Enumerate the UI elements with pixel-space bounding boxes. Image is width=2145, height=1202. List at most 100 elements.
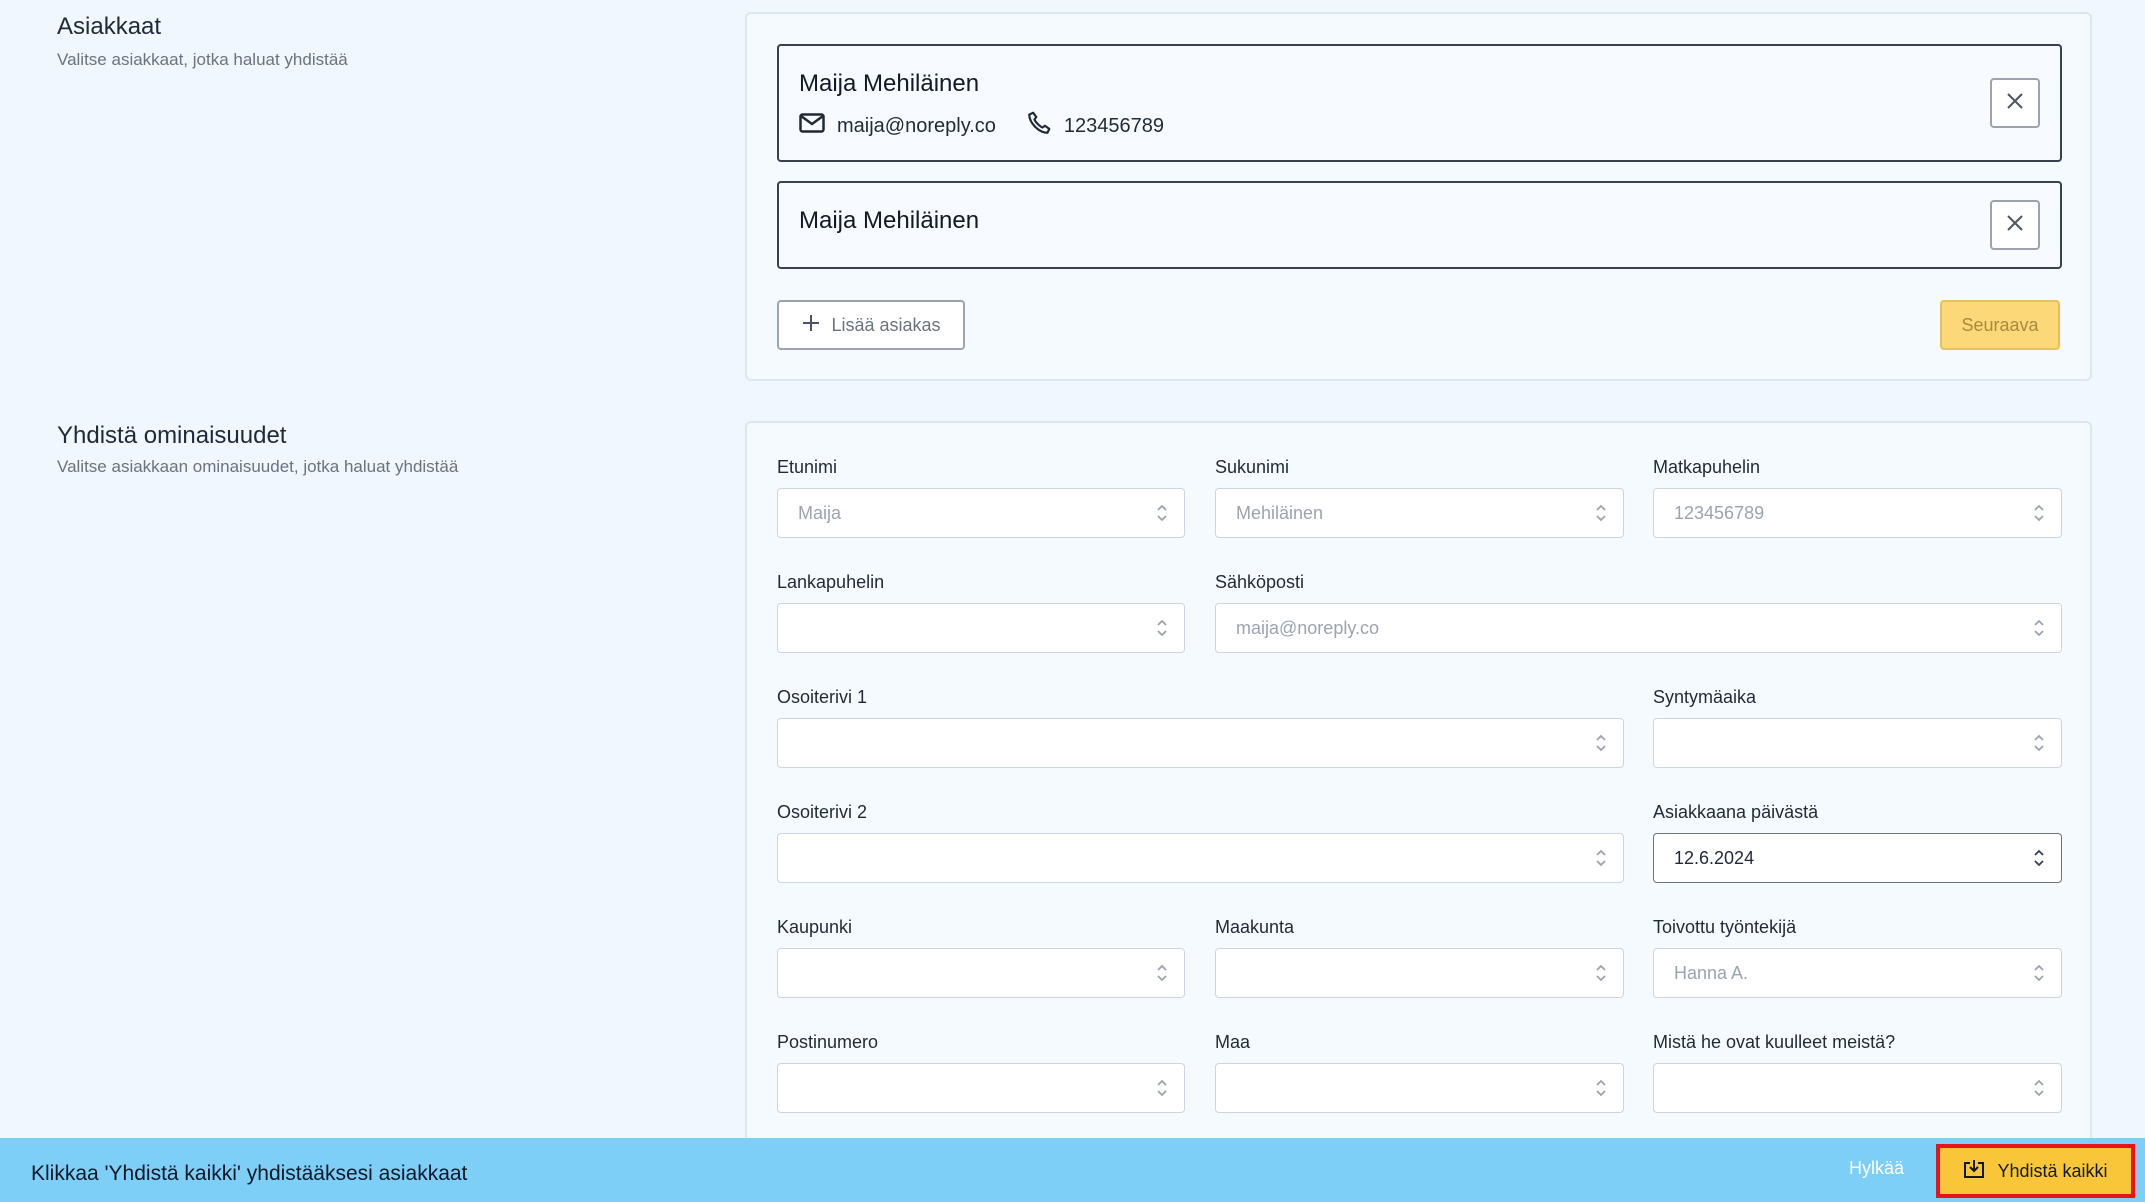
chevron-up-down-icon [1595, 1078, 1607, 1103]
select-value: Hanna A. [1674, 962, 1749, 983]
postal-code-select[interactable] [777, 1063, 1185, 1113]
add-customer-label: Lisää asiakas [831, 314, 941, 335]
field-label: Sähköposti [1215, 572, 1305, 592]
field-label: Syntymäaika [1653, 687, 1757, 707]
city-select[interactable] [777, 948, 1185, 998]
field-email: Sähköposti maija@noreply.co [1215, 570, 2062, 653]
field-label: Matkapuhelin [1653, 457, 1761, 477]
merge-customers-page: Asiakkaat Valitse asiakkaat, jotka halua… [0, 0, 2145, 1202]
customers-section-title: Asiakkaat [57, 13, 162, 40]
chevron-up-down-icon [1156, 618, 1168, 643]
customer-email-text: maija@noreply.co [837, 114, 996, 137]
merge-all-button[interactable]: Yhdistä kaikki [1936, 1144, 2135, 1198]
chevron-up-down-icon [2033, 618, 2045, 643]
field-label: Mistä he ovat kuulleet meistä? [1653, 1032, 1896, 1052]
field-landline: Lankapuhelin [777, 570, 1185, 653]
merge-all-label: Yhdistä kaikki [1997, 1160, 2108, 1181]
field-label: Maa [1215, 1032, 1251, 1052]
chevron-up-down-icon [1156, 963, 1168, 988]
properties-section-title: Yhdistä ominaisuudet [57, 422, 287, 449]
remove-customer-button[interactable] [1990, 200, 2040, 250]
field-label: Sukunimi [1215, 457, 1290, 477]
field-label: Lankapuhelin [777, 572, 885, 592]
field-label: Kaupunki [777, 917, 853, 937]
referral-select[interactable] [1653, 1063, 2062, 1113]
customer-name: Maija Mehiläinen [799, 70, 980, 97]
customers-section-description: Valitse asiakkaat, jotka haluat yhdistää [57, 50, 348, 69]
chevron-up-down-icon [1595, 503, 1607, 528]
field-label: Maakunta [1215, 917, 1295, 937]
customer-phone-text: 123456789 [1063, 114, 1164, 137]
properties-card: Etunimi Maija Sukunimi Mehiläinen Matkap… [745, 421, 2092, 1161]
bottom-bar-message: Klikkaa 'Yhdistä kaikki' yhdistääksesi a… [31, 1162, 468, 1185]
bottom-action-bar: Klikkaa 'Yhdistä kaikki' yhdistääksesi a… [0, 1138, 2145, 1202]
field-label: Toivottu työntekijä [1653, 917, 1797, 937]
properties-section-description: Valitse asiakkaan ominaisuudet, jotka ha… [57, 457, 459, 476]
select-value: 123456789 [1674, 502, 1765, 523]
add-customer-button[interactable]: Lisää asiakas [777, 300, 965, 350]
close-icon [2006, 214, 2024, 237]
field-region: Maakunta [1215, 915, 1624, 998]
select-value: maija@noreply.co [1236, 617, 1379, 638]
plus-icon [801, 313, 831, 338]
field-city: Kaupunki [777, 915, 1185, 998]
birthdate-select[interactable] [1653, 718, 2062, 768]
field-country: Maa [1215, 1030, 1624, 1113]
customer-name: Maija Mehiläinen [799, 207, 980, 234]
remove-customer-button[interactable] [1990, 78, 2040, 128]
chevron-up-down-icon [2033, 848, 2045, 873]
close-icon [2006, 92, 2024, 115]
field-last-name: Sukunimi Mehiläinen [1215, 455, 1624, 538]
mobile-select[interactable]: 123456789 [1653, 488, 2062, 538]
field-label: Etunimi [777, 457, 838, 477]
field-birthdate: Syntymäaika [1653, 685, 2062, 768]
customer-email: maija@noreply.co [799, 113, 996, 139]
field-first-name: Etunimi Maija [777, 455, 1185, 538]
chevron-up-down-icon [1595, 963, 1607, 988]
mail-icon [799, 113, 837, 139]
chevron-up-down-icon [2033, 1078, 2045, 1103]
field-postal-code: Postinumero [777, 1030, 1185, 1113]
field-label: Asiakkaana päivästä [1653, 802, 1819, 822]
select-value: 12.6.2024 [1674, 847, 1755, 868]
select-value: Maija [798, 502, 842, 523]
country-select[interactable] [1215, 1063, 1624, 1113]
reject-button[interactable]: Hylkää [1849, 1158, 1904, 1179]
region-select[interactable] [1215, 948, 1624, 998]
chevron-up-down-icon [2033, 733, 2045, 758]
field-customer-since: Asiakkaana päivästä 12.6.2024 [1653, 800, 2062, 883]
chevron-up-down-icon [2033, 503, 2045, 528]
chevron-up-down-icon [1595, 848, 1607, 873]
field-preferred-employee: Toivottu työntekijä Hanna A. [1653, 915, 2062, 998]
merge-icon [1963, 1159, 1997, 1184]
customer-since-select[interactable]: 12.6.2024 [1653, 833, 2062, 883]
phone-icon [1026, 110, 1064, 142]
email-select[interactable]: maija@noreply.co [1215, 603, 2062, 653]
customers-section-header: Asiakkaat Valitse asiakkaat, jotka halua… [57, 12, 348, 70]
chevron-up-down-icon [2033, 963, 2045, 988]
field-label: Postinumero [777, 1032, 879, 1052]
field-address-2: Osoiterivi 2 [777, 800, 1624, 883]
field-referral: Mistä he ovat kuulleet meistä? [1653, 1030, 2062, 1113]
field-mobile: Matkapuhelin 123456789 [1653, 455, 2062, 538]
last-name-select[interactable]: Mehiläinen [1215, 488, 1624, 538]
chevron-up-down-icon [1156, 503, 1168, 528]
customer-entry: Maija Mehiläinen [777, 181, 2062, 269]
preferred-employee-select[interactable]: Hanna A. [1653, 948, 2062, 998]
select-value: Mehiläinen [1236, 502, 1324, 523]
customer-phone: 123456789 [1026, 110, 1164, 142]
customer-entry: Maija Mehiläinen maija@noreply.co 123456… [777, 44, 2062, 162]
customer-contact-row: maija@noreply.co 123456789 [799, 110, 1194, 142]
customers-card: Maija Mehiläinen maija@noreply.co 123456… [745, 12, 2092, 381]
landline-select[interactable] [777, 603, 1185, 653]
address-1-select[interactable] [777, 718, 1624, 768]
next-button[interactable]: Seuraava [1940, 300, 2060, 350]
address-2-select[interactable] [777, 833, 1624, 883]
first-name-select[interactable]: Maija [777, 488, 1185, 538]
chevron-up-down-icon [1156, 1078, 1168, 1103]
properties-section-header: Yhdistä ominaisuudet Valitse asiakkaan o… [57, 421, 458, 477]
field-label: Osoiterivi 2 [777, 802, 868, 822]
field-address-1: Osoiterivi 1 [777, 685, 1624, 768]
chevron-up-down-icon [1595, 733, 1607, 758]
field-label: Osoiterivi 1 [777, 687, 868, 707]
